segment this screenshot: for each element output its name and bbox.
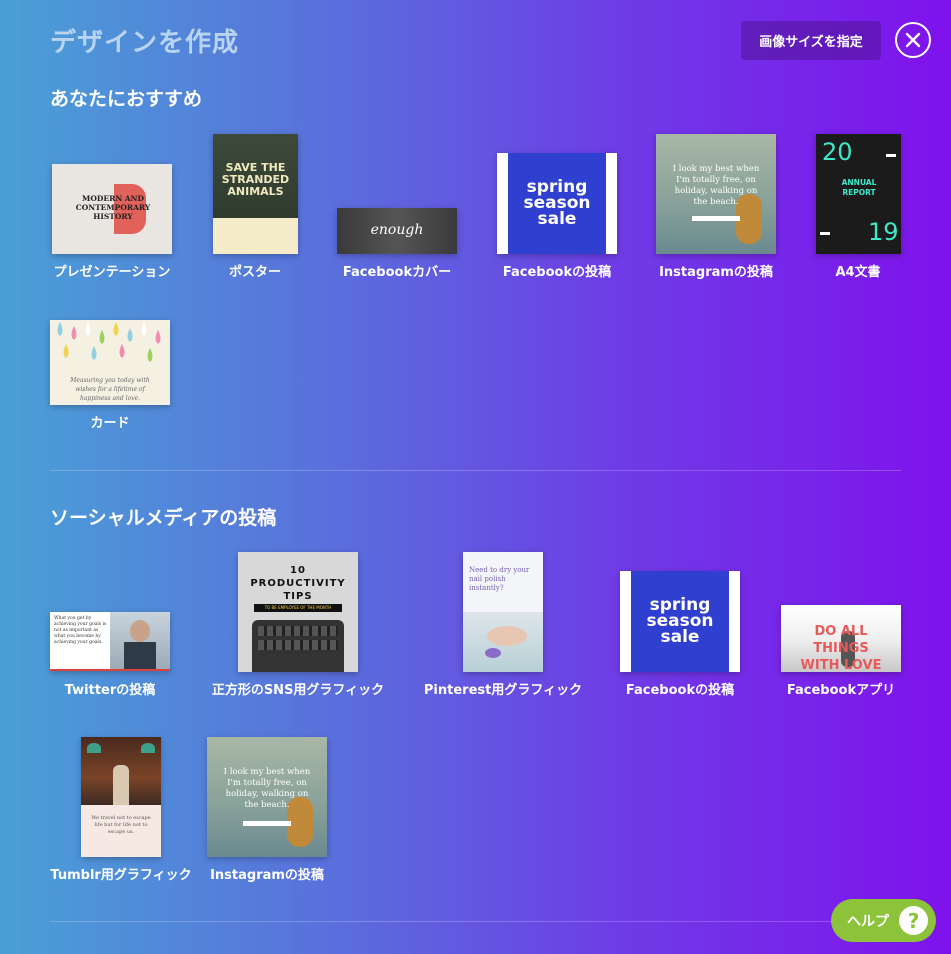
thumbnail-a4-document: 20 ANNUAL REPORT 19 <box>816 134 901 254</box>
thumbnail-text: TO BE EMPLOYEE OF THE MONTH <box>254 604 342 612</box>
template-label: Instagramの投稿 <box>659 265 773 280</box>
template-label: A4文書 <box>835 265 881 280</box>
template-label: 正方形のSNS用グラフィック <box>211 683 385 698</box>
thumbnail-text: MODERN AND CONTEMPORARY HISTORY <box>75 194 151 221</box>
thumbnail-text: What you get by achieving your goals is … <box>54 616 107 645</box>
thumbnail-text: Measuring you today with wishes for a li… <box>70 377 150 402</box>
section-title-recommended: あなたにおすすめ <box>50 88 203 110</box>
close-button[interactable] <box>895 22 931 58</box>
close-icon <box>905 32 921 48</box>
thumbnail-pinterest: Need to dry your nail polish instantly? <box>463 552 543 672</box>
thumbnail-tumblr: We travel not to escape life but for lif… <box>81 737 161 857</box>
template-label: カード <box>90 416 130 431</box>
template-label: Facebookカバー <box>342 265 452 280</box>
help-question-icon: ? <box>899 906 928 935</box>
thumbnail-text: I look my best when I'm totally free, on… <box>223 767 311 810</box>
thumbnail-instagram-post: I look my best when I'm totally free, on… <box>207 737 327 857</box>
template-label: Facebookの投稿 <box>502 265 612 280</box>
thumbnail-text: 20 <box>822 138 853 166</box>
thumbnail-facebook-app: DO ALL THINGS WITH LOVE <box>781 605 901 672</box>
help-label: ヘルプ <box>847 913 889 930</box>
thumbnail-text: DO ALL THINGS WITH LOVE <box>800 624 882 672</box>
thumbnail-twitter-post: What you get by achieving your goals is … <box>50 612 170 671</box>
thumbnail-text: 10 PRODUCTIVITY TIPS <box>250 565 346 602</box>
thumbnail-facebook-post: spring season sale <box>620 571 740 672</box>
template-label: Facebookの投稿 <box>625 683 735 698</box>
thumbnail-text: Need to dry your nail polish instantly? <box>469 566 530 592</box>
help-button[interactable]: ヘルプ ? <box>831 899 936 942</box>
thumbnail-instagram-post: I look my best when I'm totally free, on… <box>656 134 776 254</box>
template-label: Instagramの投稿 <box>210 868 324 883</box>
thumbnail-text: spring season sale <box>523 177 591 229</box>
custom-size-button[interactable]: 画像サイズを指定 <box>741 21 881 60</box>
thumbnail-poster: SAVE THE STRANDED ANIMALS <box>213 134 298 254</box>
thumbnail-presentation: MODERN AND CONTEMPORARY HISTORY <box>52 164 172 254</box>
thumbnail-facebook-cover: enough <box>337 208 457 254</box>
template-label: プレゼンテーション <box>53 265 171 280</box>
thumbnail-text: SAVE THE STRANDED ANIMALS <box>221 161 290 198</box>
section-divider <box>50 470 901 471</box>
template-label: Pinterest用グラフィック <box>423 683 583 698</box>
thumbnail-text: We travel not to escape life but for lif… <box>91 815 151 835</box>
page-title: デザインを作成 <box>50 28 240 58</box>
template-label: Tumblr用グラフィック <box>50 868 192 883</box>
template-label: ポスター <box>228 265 282 280</box>
thumbnail-text: 19 <box>868 218 899 246</box>
thumbnail-text: ANNUAL REPORT <box>841 178 877 197</box>
thumbnail-facebook-post: spring season sale <box>497 153 617 254</box>
thumbnail-text: I look my best when I'm totally free, on… <box>672 164 760 207</box>
thumbnail-card: Measuring you today with wishes for a li… <box>50 320 170 405</box>
thumbnail-text: enough <box>370 222 424 238</box>
section-title-social: ソーシャルメディアの投稿 <box>50 507 277 529</box>
template-label: Twitterの投稿 <box>64 683 156 698</box>
template-label: Facebookアプリ <box>786 683 896 698</box>
thumbnail-square-sns: 10 PRODUCTIVITY TIPS TO BE EMPLOYEE OF T… <box>238 552 358 672</box>
thumbnail-text: spring season sale <box>646 595 714 647</box>
section-divider <box>50 921 901 922</box>
